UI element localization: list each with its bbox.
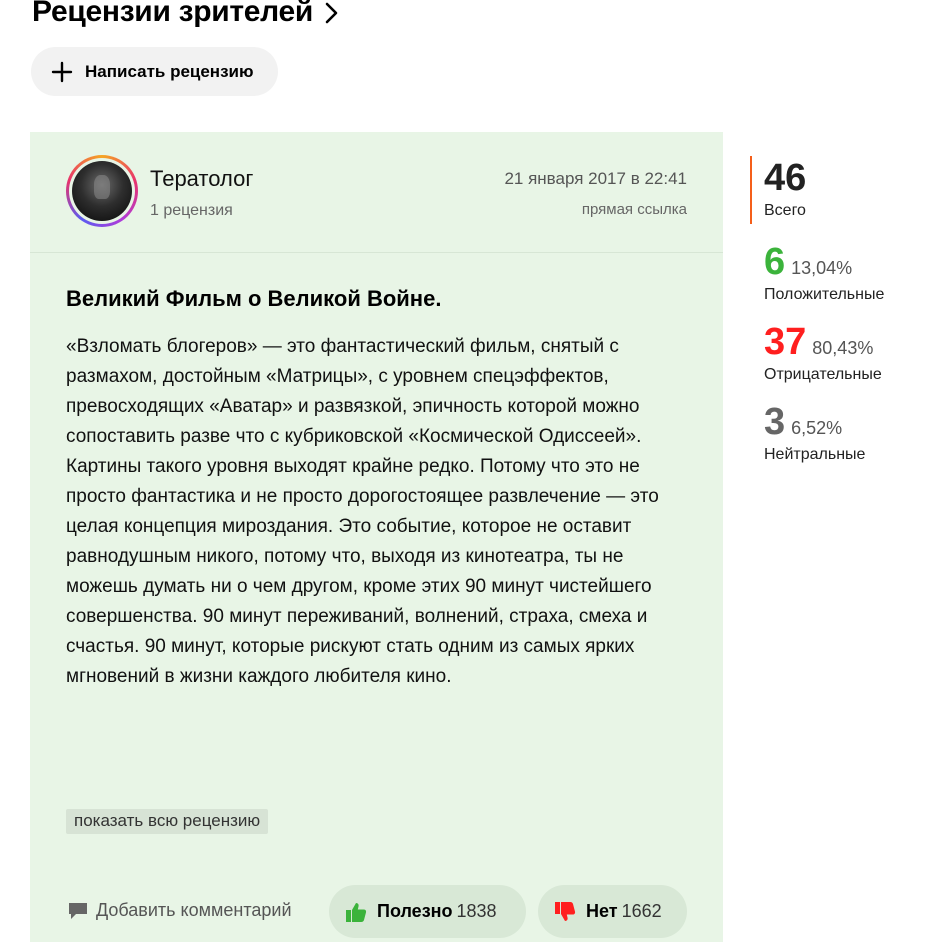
stat-total[interactable]: 46 Всего — [750, 156, 929, 224]
review-text: «Взломать блогеров» — это фантастический… — [66, 336, 659, 687]
thumbs-down-icon — [555, 901, 576, 921]
section-title: Рецензии зрителей — [32, 0, 314, 28]
review-card: Тератолог 1 рецензия 21 января 2017 в 22… — [30, 132, 723, 942]
thumbs-up-icon — [346, 902, 367, 922]
negative-percent: 80,43% — [812, 338, 874, 358]
write-review-button[interactable]: Написать рецензию — [31, 47, 278, 96]
permalink-link[interactable]: прямая ссылка — [582, 201, 687, 218]
neutral-label: Нейтральные — [764, 446, 866, 463]
stat-positive[interactable]: 6 13,04% Положительные — [750, 240, 929, 304]
negative-count: 37 — [764, 321, 807, 363]
useful-vote-button[interactable]: Полезно 1838 — [329, 885, 526, 938]
add-comment-label: Добавить комментарий — [96, 900, 292, 920]
positive-percent: 13,04% — [791, 258, 853, 278]
useful-count: 1838 — [456, 901, 497, 921]
author-review-count: 1 рецензия — [150, 202, 233, 219]
total-count: 46 — [764, 157, 807, 199]
reviews-section-link[interactable]: Рецензии зрителей — [32, 0, 341, 34]
stat-neutral[interactable]: 3 6,52% Нейтральные — [750, 400, 929, 464]
positive-count: 6 — [764, 241, 786, 283]
chevron-right-icon — [325, 2, 338, 24]
write-review-label: Написать рецензию — [85, 61, 254, 81]
negative-label: Отрицательные — [764, 366, 882, 383]
review-stats: 46 Всего 6 13,04% Положительные 37 80,43… — [750, 156, 929, 464]
positive-label: Положительные — [764, 286, 885, 303]
neutral-percent: 6,52% — [791, 418, 843, 438]
total-label: Всего — [764, 202, 806, 219]
neutral-count: 3 — [764, 401, 786, 443]
not-useful-label: Нет — [586, 901, 618, 921]
not-useful-vote-button[interactable]: Нет 1662 — [538, 885, 687, 938]
stat-negative[interactable]: 37 80,43% Отрицательные — [750, 320, 929, 384]
review-date: 21 января 2017 в 22:41 — [504, 169, 687, 188]
plus-icon — [51, 61, 73, 82]
not-useful-count: 1662 — [621, 901, 662, 921]
add-comment-button[interactable]: Добавить комментарий — [68, 900, 292, 921]
reviews-page: Рецензии зрителей Написать рецензию Тера… — [0, 0, 929, 942]
avatar-image — [72, 161, 132, 221]
show-full-review-button[interactable]: показать всю рецензию — [66, 809, 269, 834]
comment-icon — [69, 902, 87, 919]
useful-label: Полезно — [377, 901, 453, 921]
divider — [30, 252, 723, 253]
review-title: Великий Фильм о Великой Войне. — [66, 286, 442, 311]
avatar[interactable] — [66, 155, 138, 227]
author-name[interactable]: Тератолог — [150, 166, 253, 192]
